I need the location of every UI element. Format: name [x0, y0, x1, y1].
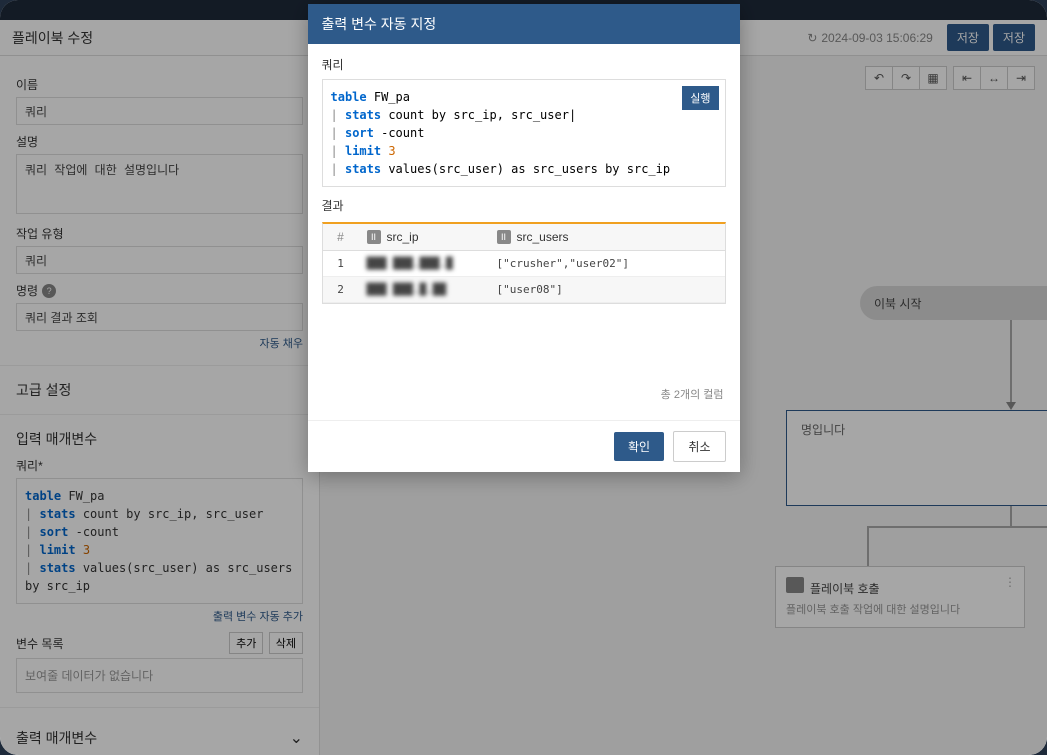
modal-result-label: 결과	[322, 197, 726, 214]
modal-query-label: 쿼리	[322, 56, 726, 73]
auto-output-modal: 출력 변수 자동 지정 쿼리 실행 table FW_pa | stats co…	[308, 4, 740, 472]
run-button[interactable]: 실행	[682, 86, 718, 110]
confirm-button[interactable]: 확인	[614, 432, 664, 461]
table-row: 2 ███ ███.█.██ ["user08"]	[323, 277, 725, 303]
result-count: 총 2개의 컬럼	[322, 380, 726, 408]
modal-query-editor[interactable]: 실행 table FW_pa | stats count by src_ip, …	[322, 79, 726, 187]
modal-title: 출력 변수 자동 지정	[308, 4, 740, 44]
result-table: # IIsrc_ip IIsrc_users 1 ███ ███.███.█ […	[322, 222, 726, 304]
col-header-srcip: IIsrc_ip	[359, 224, 489, 250]
type-badge-icon: II	[367, 230, 381, 244]
modal-overlay: 출력 변수 자동 지정 쿼리 실행 table FW_pa | stats co…	[0, 0, 1047, 755]
col-header-srcusers: IIsrc_users	[489, 224, 725, 250]
col-header-num: #	[323, 224, 359, 250]
type-badge-icon: II	[497, 230, 511, 244]
cancel-button[interactable]: 취소	[673, 431, 725, 462]
table-row: 1 ███ ███.███.█ ["crusher","user02"]	[323, 251, 725, 277]
